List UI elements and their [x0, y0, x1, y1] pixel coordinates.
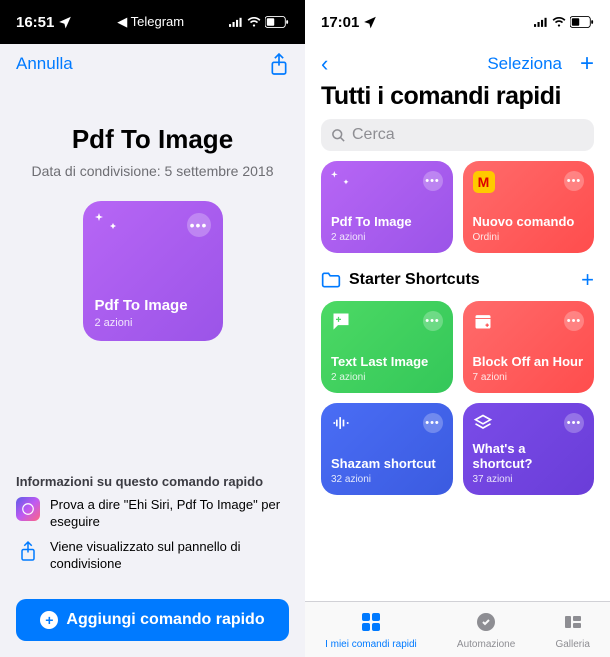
info-section: Informazioni su questo comando rapido Pr…	[0, 474, 305, 591]
search-icon	[331, 128, 346, 143]
location-icon	[363, 15, 377, 29]
tile-actions-count: 2 azioni	[331, 232, 443, 243]
tab-label: Automazione	[457, 639, 515, 650]
tab-1[interactable]: Automazione	[457, 610, 515, 650]
tile-actions-count: Ordini	[473, 232, 585, 243]
section-add-button[interactable]: +	[581, 267, 594, 293]
my-shortcuts-grid: ••• Pdf To Image 2 azioni M ••• Nuovo co…	[305, 161, 610, 253]
new-shortcut-button[interactable]: +	[580, 50, 594, 78]
tile-actions-count: 2 azioni	[95, 317, 211, 329]
add-button-label: Aggiungi comando rapido	[66, 611, 264, 629]
tile-actions-count: 37 azioni	[473, 474, 585, 485]
cancel-button[interactable]: Annulla	[16, 54, 73, 74]
tab-icon	[561, 610, 585, 637]
tile-actions-count: 2 azioni	[331, 372, 443, 383]
location-icon	[58, 15, 72, 29]
tile-name: Pdf To Image	[331, 214, 443, 230]
shortcut-tile[interactable]: ••• Block Off an Hour 7 azioni	[463, 301, 595, 393]
back-to-app[interactable]: ◀ Telegram	[117, 14, 184, 30]
tab-2[interactable]: Galleria	[555, 610, 589, 650]
battery-icon	[265, 16, 289, 28]
tab-bar: I miei comandi rapidi Automazione Galler…	[305, 601, 610, 657]
back-button[interactable]: ‹	[321, 51, 328, 77]
nav-bar: ‹ Seleziona +	[305, 44, 610, 80]
tile-name: Block Off an Hour	[473, 354, 585, 370]
layers-icon	[473, 413, 493, 438]
tile-name: What's a shortcut?	[473, 441, 585, 472]
plus-icon: +	[40, 611, 58, 629]
status-bar: 16:51 ◀ Telegram	[0, 0, 305, 44]
search-placeholder: Cerca	[352, 126, 395, 144]
tab-label: I miei comandi rapidi	[325, 639, 417, 650]
tab-icon	[359, 610, 383, 637]
wifi-icon	[247, 15, 261, 29]
signal-icon	[534, 15, 548, 29]
tile-actions-count: 7 azioni	[473, 372, 585, 383]
folder-icon	[321, 271, 341, 289]
status-bar: 17:01	[305, 0, 610, 44]
page-title: Pdf To Image	[0, 124, 305, 155]
info-heading: Informazioni su questo comando rapido	[16, 474, 289, 489]
shortcut-tile[interactable]: M ••• Nuovo comando Ordini	[463, 161, 595, 253]
shortcut-tile[interactable]: ••• Pdf To Image 2 azioni	[321, 161, 453, 253]
share-sheet-icon	[16, 539, 40, 563]
add-shortcut-button[interactable]: + Aggiungi comando rapido	[16, 599, 289, 641]
status-time: 17:01	[321, 14, 359, 31]
starter-shortcuts-grid: ••• Text Last Image 2 azioni ••• Block O…	[305, 301, 610, 495]
status-time: 16:51	[16, 14, 54, 31]
share-icon[interactable]	[269, 52, 289, 76]
shazam-icon	[331, 413, 351, 438]
shortcut-tile[interactable]: ••• What's a shortcut? 37 azioni	[463, 403, 595, 495]
chat-plus-icon	[331, 311, 351, 336]
nav-bar: Annulla	[0, 44, 305, 84]
tile-more-button[interactable]: •••	[564, 171, 584, 191]
shortcut-tile-pdf-to-image[interactable]: ••• Pdf To Image 2 azioni	[83, 201, 223, 341]
tab-label: Galleria	[555, 639, 589, 650]
tile-more-button[interactable]: •••	[564, 311, 584, 331]
signal-icon	[229, 15, 243, 29]
tile-name: Pdf To Image	[95, 297, 211, 315]
tab-0[interactable]: I miei comandi rapidi	[325, 610, 417, 650]
wifi-icon	[552, 15, 566, 29]
shortcut-tile[interactable]: ••• Shazam shortcut 32 azioni	[321, 403, 453, 495]
page-title: Tutti i comandi rapidi	[305, 80, 610, 119]
tile-more-button[interactable]: •••	[423, 413, 443, 433]
tile-actions-count: 32 azioni	[331, 474, 443, 485]
share-sheet-hint: Viene visualizzato sul pannello di condi…	[50, 539, 289, 573]
tile-more-button[interactable]: •••	[564, 413, 584, 433]
tile-name: Shazam shortcut	[331, 456, 443, 472]
tile-name: Text Last Image	[331, 354, 443, 370]
tile-more-button[interactable]: •••	[187, 213, 211, 237]
phone-left-add-shortcut: 16:51 ◀ Telegram Annulla Pdf To Image Da…	[0, 0, 305, 657]
search-input[interactable]: Cerca	[321, 119, 594, 151]
tile-more-button[interactable]: •••	[423, 311, 443, 331]
section-title: Starter Shortcuts	[349, 271, 480, 289]
tab-icon	[474, 610, 498, 637]
shortcut-tile[interactable]: ••• Text Last Image 2 azioni	[321, 301, 453, 393]
magic-wand-icon	[95, 213, 119, 237]
siri-icon	[16, 497, 40, 521]
battery-icon	[570, 16, 594, 28]
share-date: Data di condivisione: 5 settembre 2018	[0, 163, 305, 179]
tile-more-button[interactable]: •••	[423, 171, 443, 191]
phone-right-all-shortcuts: 17:01 ‹ Seleziona + Tutti i comandi rapi…	[305, 0, 610, 657]
calendar-plus-icon	[473, 311, 493, 336]
magic-icon	[331, 171, 351, 196]
select-button[interactable]: Seleziona	[487, 54, 562, 74]
mcdonalds-icon: M	[473, 171, 495, 193]
siri-hint: Prova a dire "Ehi Siri, Pdf To Image" pe…	[50, 497, 289, 531]
section-header-starter: Starter Shortcuts +	[305, 253, 610, 301]
tile-name: Nuovo comando	[473, 214, 585, 230]
